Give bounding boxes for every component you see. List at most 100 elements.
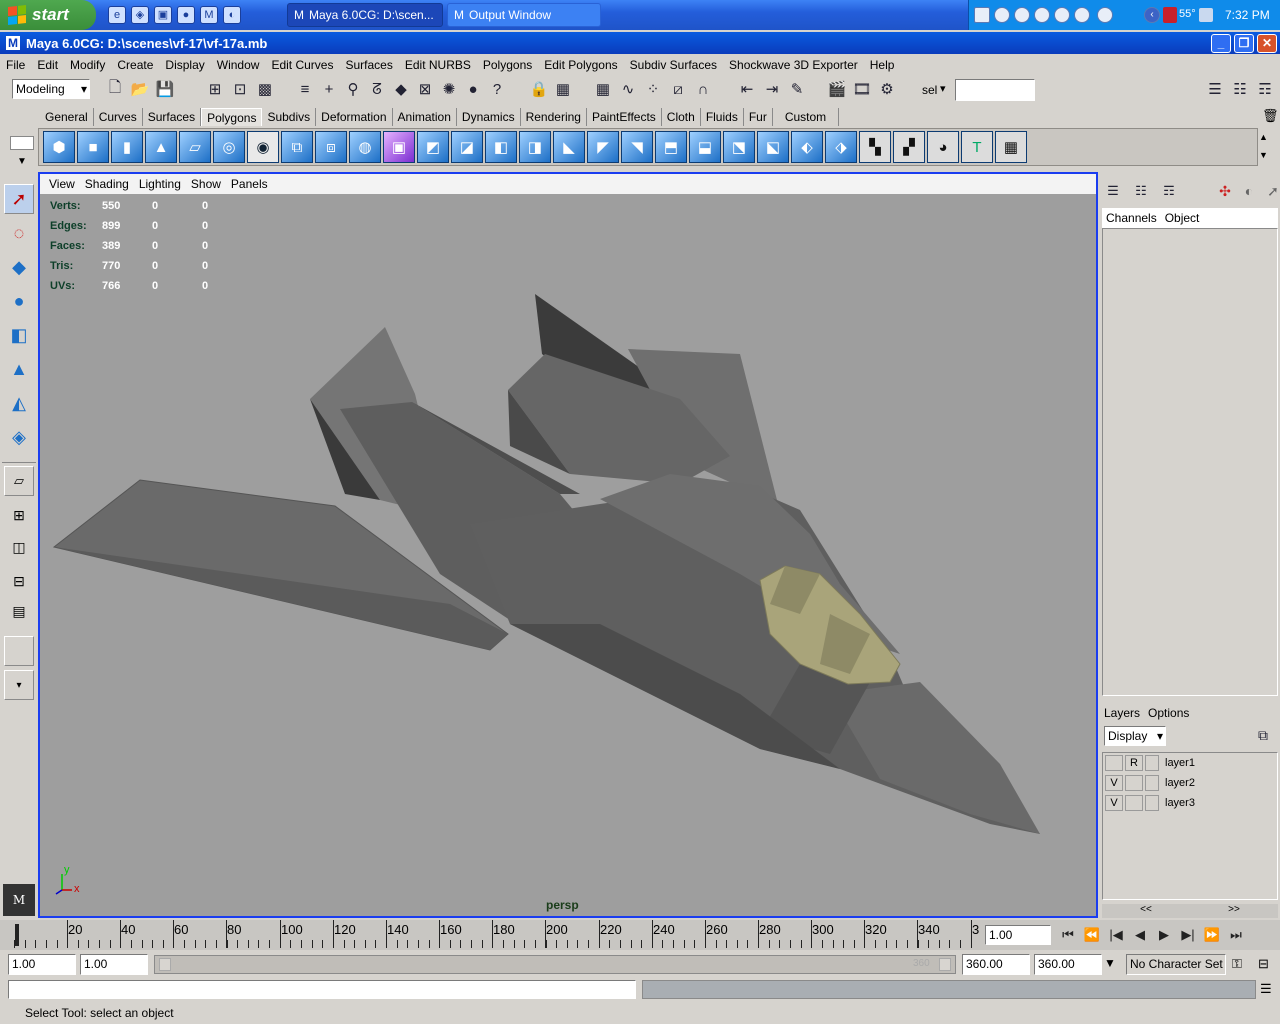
step-back-frame-icon[interactable]: |◀ [1104,924,1128,946]
custom-layout-icon[interactable] [4,636,34,666]
show-manipulator-icon[interactable]: ◈ [4,422,34,452]
playback-start-field[interactable]: 1.00 [80,954,148,975]
viewport-menu-panels[interactable]: Panels [226,177,273,191]
append-polygon-icon[interactable]: ⬔ [723,131,755,163]
input-ops-icon[interactable]: ⇤ [736,78,758,100]
media-icon[interactable]: ● [177,6,195,24]
media-forward-icon[interactable] [1074,7,1090,23]
mel-input[interactable] [8,980,636,999]
channel-layer-split-icon[interactable]: ☷ [1130,180,1152,202]
shelf-tab-dynamics[interactable]: Dynamics [457,108,521,126]
tool-settings-icon[interactable]: ☷ [1229,78,1251,100]
select-misc-icon[interactable]: ? [486,78,508,100]
snap-point-icon[interactable]: ⁘ [642,78,664,100]
animation-start-field[interactable]: 1.00 [8,954,76,975]
shelf-tab-rendering[interactable]: Rendering [521,108,587,126]
sel-label[interactable]: sel [922,83,937,97]
shelf-tab-custom[interactable]: Custom [773,108,840,126]
chevron-down-icon[interactable]: ▼ [1104,956,1116,970]
media-rewind-icon[interactable] [1054,7,1070,23]
viewport-canvas[interactable] [40,194,1096,916]
menu-display[interactable]: Display [159,58,210,72]
quicklaunch-icon[interactable]: ▣ [154,6,172,24]
media-pause-icon[interactable] [1014,7,1030,23]
taskbar-window-output[interactable]: M Output Window [447,3,601,27]
layer-color[interactable] [1145,795,1159,811]
go-to-end-icon[interactable]: ⏭ [1224,924,1248,946]
range-slider-bar[interactable]: 360 [154,955,956,974]
move-manip-icon[interactable]: ✣ [1214,180,1236,202]
poly-torus-icon[interactable]: ◎ [213,131,245,163]
bevel-icon[interactable]: ◥ [621,131,653,163]
channel-box-list[interactable] [1102,228,1278,696]
options-menu[interactable]: Options [1148,706,1189,720]
viewport-menu-lighting[interactable]: Lighting [134,177,186,191]
tray-icon[interactable] [974,7,990,23]
play-forwards-icon[interactable]: ▶ [1152,924,1176,946]
character-set-field[interactable]: No Character Set [1126,954,1226,975]
object-tab[interactable]: Object [1165,211,1200,225]
checker-icon[interactable]: ▚ [859,131,891,163]
channel-box-icon[interactable]: ☶ [1254,78,1276,100]
paint-select-tool-icon[interactable]: ◆ [4,252,34,282]
shelf-tab-surfaces[interactable]: Surfaces [143,108,202,126]
snap-view-plane-icon[interactable]: ⧄ [667,78,689,100]
viewport-menu-shading[interactable]: Shading [80,177,134,191]
menu-subdiv-surfaces[interactable]: Subdiv Surfaces [624,58,723,72]
scale-tool-icon[interactable]: ▲ [4,354,34,384]
snap-curve-icon[interactable]: ∿ [617,78,639,100]
cut-faces-icon[interactable]: ⬕ [757,131,789,163]
create-poly-tool-icon[interactable]: ◉ [247,131,279,163]
select-joints-icon[interactable]: ⚲ [342,78,364,100]
quicklaunch-icon[interactable]: ◐ [223,6,241,24]
shelf-tab-polygons[interactable]: Polygons [201,108,263,126]
render-icon[interactable]: 🎬 [826,78,848,100]
auto-key-icon[interactable]: ⚿ [1232,956,1242,972]
save-scene-icon[interactable]: 💾 [154,78,176,100]
select-rendering-icon[interactable]: ● [462,78,484,100]
extrude-edge-icon[interactable]: ◨ [519,131,551,163]
magnet-icon[interactable]: ∩ [692,78,714,100]
layer-display-type[interactable] [1125,795,1143,811]
wedge-face-icon[interactable]: ◣ [553,131,585,163]
layout-hypershade-icon[interactable]: ▤ [4,596,34,626]
layer-row[interactable]: V layer3 [1105,793,1277,813]
animation-end-field[interactable]: 360.00 [1034,954,1102,975]
select-hierarchy-icon[interactable]: ⊞ [204,78,226,100]
menu-window[interactable]: Window [211,58,266,72]
layout-outliner-icon[interactable]: ◫ [4,532,34,562]
channel-box-only-icon[interactable]: ☰ [1102,180,1124,202]
manipulator-tool-icon[interactable]: ◭ [4,388,34,418]
shelf-scroll-down[interactable]: ▼ [1259,150,1268,160]
select-deformations-icon[interactable]: ⊠ [414,78,436,100]
shelf-tab-cloth[interactable]: Cloth [662,108,701,126]
step-back-key-icon[interactable]: ⏪ [1080,924,1104,946]
chevron-down-icon[interactable]: ▾ [940,82,946,95]
split-poly-icon[interactable]: ◩ [417,131,449,163]
lasso-tool-icon[interactable]: ◌ [4,218,34,248]
scroll-left-button[interactable]: << [1102,904,1190,918]
snap-grid-icon[interactable]: ▦ [592,78,614,100]
shelf-tab-deformation[interactable]: Deformation [316,108,393,126]
merge-vertices-icon[interactable]: ⬒ [655,131,687,163]
trash-icon[interactable]: 🗑 [1262,108,1279,124]
layer-display-type[interactable]: R [1125,755,1143,771]
quicklaunch-icon[interactable]: ◈ [131,6,149,24]
shelf-tab-fur[interactable]: Fur [744,108,773,126]
layer-display-type[interactable] [1125,775,1143,791]
create-layer-icon[interactable]: ⧉ [1252,724,1274,746]
select-edge-loop-icon[interactable]: ◪ [451,131,483,163]
select-curves-icon[interactable]: ᘔ [366,78,388,100]
output-ops-icon[interactable]: ⇥ [761,78,783,100]
chevron-down-icon[interactable]: ▼ [17,156,27,167]
move-tool-icon[interactable]: ● [4,286,34,316]
poly-sphere-icon[interactable]: ⬢ [43,131,75,163]
layer-color[interactable] [1145,755,1159,771]
scroll-right-button[interactable]: >> [1190,904,1278,918]
poly-cube-icon[interactable]: ■ [77,131,109,163]
range-end-handle[interactable] [939,958,951,971]
shelf-tab-subdivs[interactable]: Subdivs [262,108,317,126]
script-editor-icon[interactable]: ☰ [1260,981,1272,997]
menu-edit-curves[interactable]: Edit Curves [265,58,339,72]
volume-icon[interactable] [1097,7,1113,23]
